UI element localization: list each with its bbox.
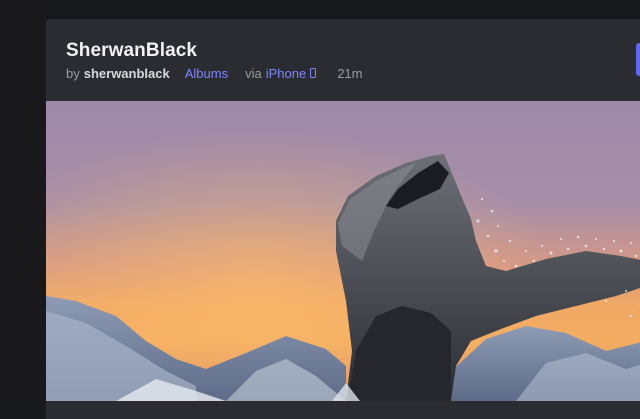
post-card: SherwanBlack by sherwanblack Albums via …	[46, 19, 640, 419]
action-button-edge[interactable]	[636, 43, 640, 76]
device-link[interactable]: iPhone	[266, 66, 306, 81]
by-label: by	[66, 66, 80, 81]
post-meta: by sherwanblack Albums via iPhone 21m	[66, 65, 363, 81]
post-title[interactable]: SherwanBlack	[66, 40, 197, 62]
post-header: SherwanBlack by sherwanblack Albums via …	[46, 19, 640, 101]
author-link[interactable]: sherwanblack	[84, 66, 170, 81]
phone-icon	[310, 68, 316, 78]
page-background	[0, 0, 46, 400]
whale-tail-image	[46, 101, 640, 401]
post-timestamp: 21m	[337, 66, 362, 81]
post-photo[interactable]	[46, 101, 640, 401]
albums-link[interactable]: Albums	[185, 66, 228, 81]
via-label: via	[245, 66, 262, 81]
